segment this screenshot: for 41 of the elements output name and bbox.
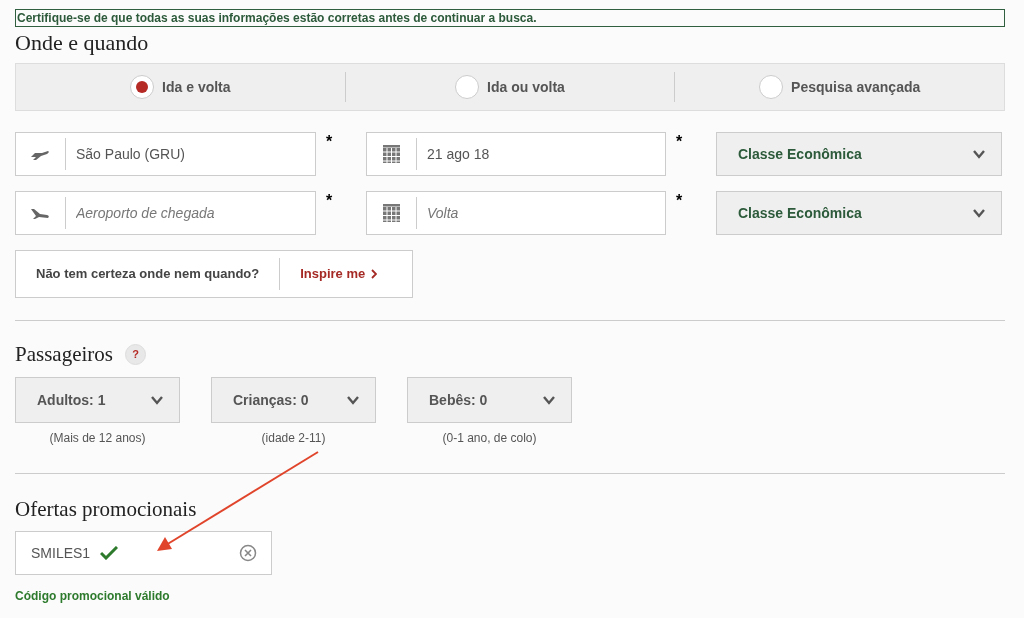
clear-icon[interactable] <box>239 544 257 562</box>
chevron-down-icon <box>347 396 359 405</box>
text-field[interactable]: Aeroporto de chegada <box>15 191 316 235</box>
calendar-icon <box>383 204 400 222</box>
help-button[interactable]: ? <box>125 343 146 365</box>
text-input[interactable]: Aeroporto de chegada <box>66 192 315 234</box>
trip-type-radio[interactable]: Pesquisa avançada <box>759 72 921 102</box>
passenger-select[interactable]: Adultos: 1 <box>15 377 180 423</box>
required-mark: * <box>675 132 684 150</box>
passenger-select[interactable]: Bebês: 0 <box>407 377 572 423</box>
chevron-down-icon <box>973 150 985 159</box>
required-mark: * <box>325 132 334 150</box>
inspire-link[interactable]: Inspire me <box>279 258 378 290</box>
section-title: Onde e quando <box>15 29 150 57</box>
section-title: Passageiros <box>15 341 113 367</box>
text-input[interactable]: Volta <box>417 192 665 234</box>
text-input[interactable]: São Paulo (GRU) <box>66 133 315 175</box>
promo-status-message: Código promocional válido <box>15 588 171 605</box>
passenger-select[interactable]: Crianças: 0 <box>211 377 376 423</box>
age-note: (idade 2-11) <box>261 430 326 447</box>
promo-code-field[interactable]: SMILES1 <box>15 531 272 575</box>
required-mark: * <box>675 191 684 209</box>
trip-type-radio[interactable]: Ida ou volta <box>455 72 565 102</box>
age-note: (0-1 ano, de colo) <box>442 430 537 447</box>
inspire-question: Não tem certeza onde nem quando? <box>35 265 261 284</box>
section-title: Ofertas promocionais <box>15 496 198 522</box>
notice-message: Certifique-se de que todas as suas informações estão corretas antes de continuar a busca. <box>15 9 1005 27</box>
text-field[interactable]: São Paulo (GRU) <box>15 132 316 176</box>
trip-type-radio[interactable]: Ida e volta <box>130 72 231 102</box>
cabin-select[interactable]: Classe Econômica <box>716 191 1002 235</box>
required-mark: * <box>325 191 334 209</box>
chevron-down-icon <box>151 396 163 405</box>
chevron-right-icon <box>371 269 378 279</box>
chevron-down-icon <box>973 209 985 218</box>
text-input[interactable]: 21 ago 18 <box>417 133 665 175</box>
cabin-select[interactable]: Classe Econômica <box>716 132 1002 176</box>
age-note: (Mais de 12 anos) <box>49 430 146 447</box>
chevron-down-icon <box>543 396 555 405</box>
text-field[interactable]: 21 ago 18 <box>366 132 666 176</box>
text-field[interactable]: Volta <box>366 191 666 235</box>
calendar-icon <box>383 145 400 163</box>
